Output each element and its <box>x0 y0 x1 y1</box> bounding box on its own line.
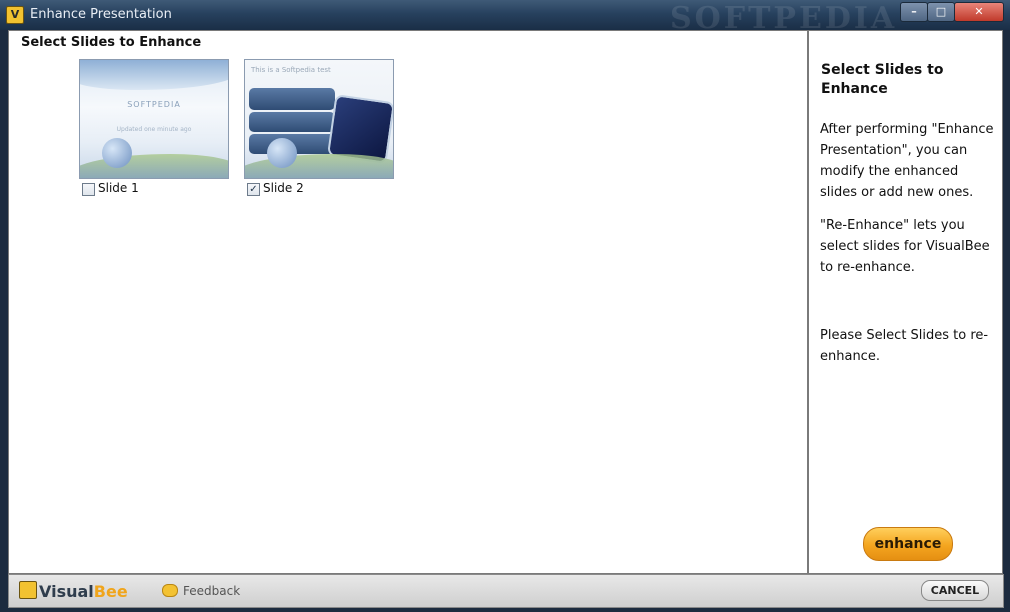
logo-text-visual: Visual <box>39 582 94 601</box>
footer-bar: VisualBee Feedback CANCEL <box>8 574 1004 608</box>
close-button[interactable]: ✕ <box>954 2 1004 22</box>
feedback-link[interactable]: Feedback <box>183 584 240 598</box>
slide-1-checkbox[interactable] <box>82 183 95 196</box>
thumbnail-text-box <box>249 112 335 132</box>
panel-title: Select Slides to Enhance <box>21 35 202 50</box>
help-panel: Select Slides to Enhance After performin… <box>808 30 1003 574</box>
help-paragraph: After performing "Enhance Presentation",… <box>820 122 994 200</box>
feedback-icon[interactable] <box>162 584 178 597</box>
slide-selection-panel: Select Slides to Enhance SOFTPEDIA Updat… <box>8 30 808 574</box>
thumbnail-title: SOFTPEDIA <box>127 100 181 109</box>
slide-2-thumbnail[interactable]: This is a Softpedia test <box>244 59 394 179</box>
thumbnail-decoration <box>80 60 228 90</box>
maximize-button[interactable]: □ <box>927 2 955 22</box>
thumbnail-title: This is a Softpedia test <box>251 66 331 74</box>
globe-icon <box>267 138 297 168</box>
visualbee-logo-icon <box>19 581 37 599</box>
visualbee-logo: VisualBee <box>19 581 128 601</box>
thumbnail-subtitle: Updated one minute ago <box>116 126 192 133</box>
slide-2-checkbox[interactable]: ✓ <box>247 183 260 196</box>
slide-2-label: Slide 2 <box>263 181 304 195</box>
window-title: Enhance Presentation <box>30 7 172 22</box>
title-bar[interactable]: V Enhance Presentation SOFTPEDIA – □ ✕ <box>0 0 1010 36</box>
app-window: V Enhance Presentation SOFTPEDIA – □ ✕ S… <box>0 0 1010 612</box>
globe-icon <box>102 138 132 168</box>
help-paragraph: "Re-Enhance" lets you select slides for … <box>820 218 990 275</box>
help-paragraph: Please Select Slides to re-enhance. <box>820 328 989 364</box>
checkmark-icon: ✓ <box>249 184 258 195</box>
app-logo-icon: V <box>6 6 24 24</box>
slide-1-label: Slide 1 <box>98 181 139 195</box>
thumbnail-decoration <box>245 154 393 178</box>
help-title: Select Slides to Enhance <box>821 62 944 97</box>
minimize-button[interactable]: – <box>900 2 928 22</box>
logo-text-bee: Bee <box>93 582 128 601</box>
cancel-button[interactable]: CANCEL <box>921 580 989 601</box>
slide-1-thumbnail[interactable]: SOFTPEDIA Updated one minute ago <box>79 59 229 179</box>
thumbnail-text-box <box>249 88 335 110</box>
enhance-button[interactable]: enhance <box>863 527 953 561</box>
thumbnail-decoration <box>80 154 228 178</box>
